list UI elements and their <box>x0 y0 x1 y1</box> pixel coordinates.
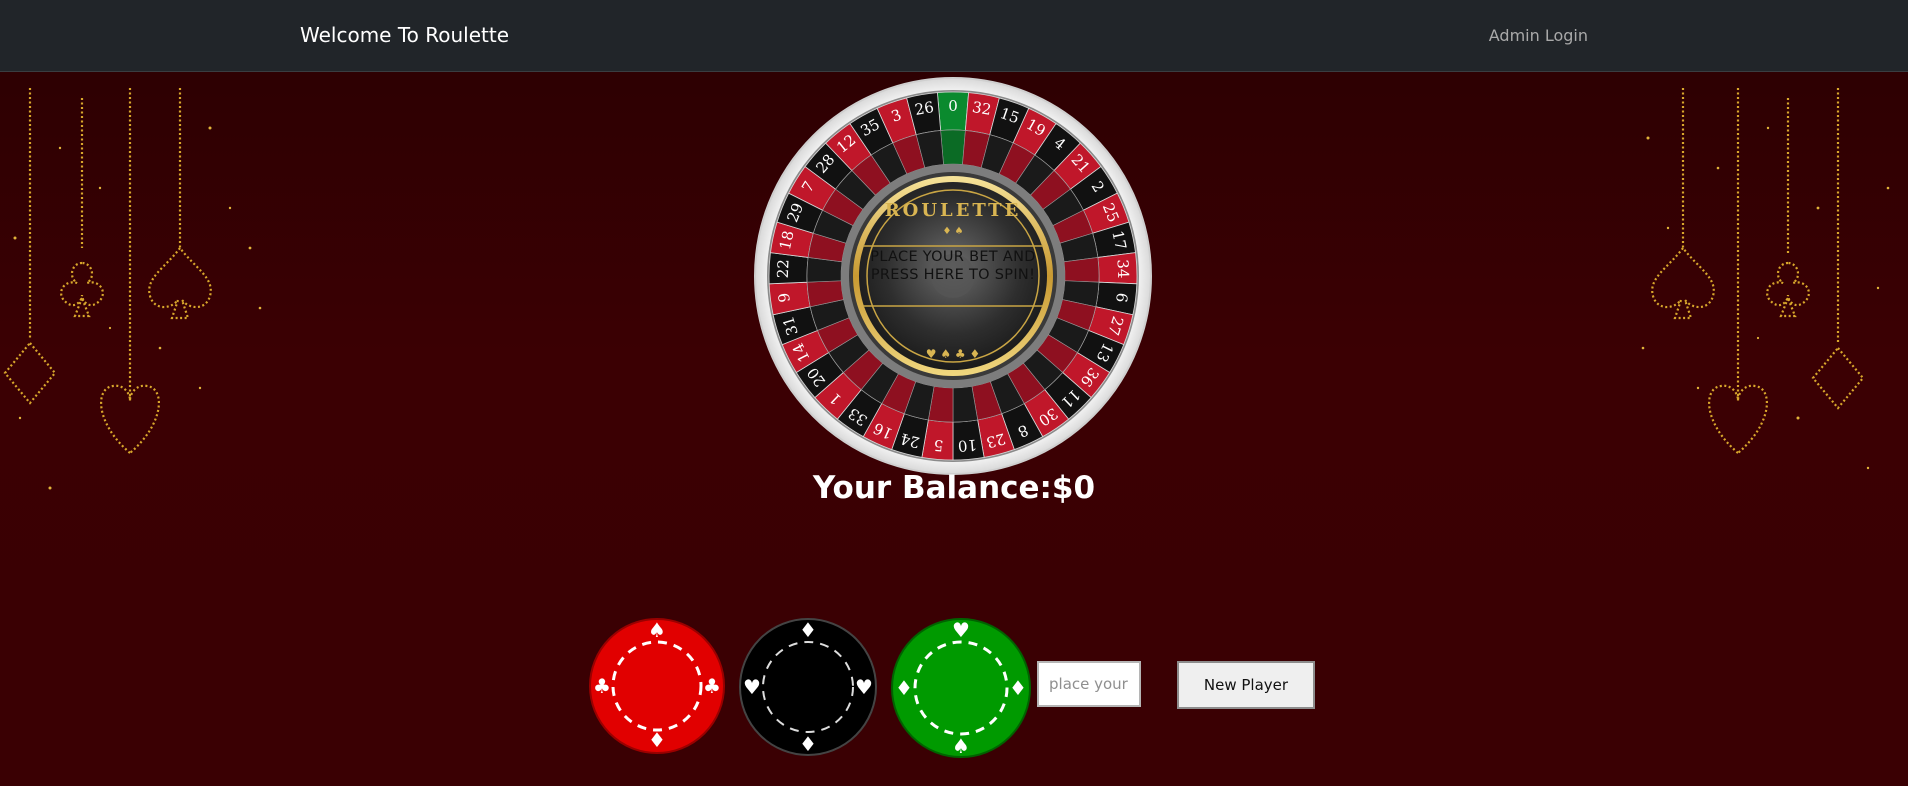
balance-display: Your Balance:$0 <box>812 470 1096 506</box>
wheel-pocket-number: 10 <box>957 436 978 456</box>
chip-suit-diamond-icon: ♦ <box>1009 676 1027 700</box>
chip-suit-diamond-icon: ♦ <box>648 728 666 752</box>
new-player-button[interactable]: New Player <box>1177 661 1315 709</box>
chip-suit-spade-icon: ♠ <box>952 734 970 758</box>
chip-suit-diamond-icon: ♦ <box>895 676 913 700</box>
black-chip[interactable]: ♦ ♦ ♥ ♥ <box>738 617 878 757</box>
chip-suit-heart-icon: ♥ <box>952 618 970 642</box>
admin-login-link[interactable]: Admin Login <box>1489 26 1588 45</box>
wheel-pocket-number: 0 <box>948 97 958 115</box>
wheel-title: ROULETTE <box>885 200 1022 221</box>
wheel-suits-top: ♦ ♠ <box>942 226 963 237</box>
wheel-pocket-number: 5 <box>933 436 944 455</box>
wheel-inner-slot <box>1063 257 1100 283</box>
chip-suit-club-icon: ♣ <box>593 674 611 698</box>
wheel-pocket-number: 34 <box>1113 259 1132 279</box>
wheel-pocket-number: 32 <box>971 98 993 119</box>
green-chip[interactable]: ♥ ♠ ♦ ♦ <box>890 617 1032 759</box>
chip-suit-diamond-icon: ♦ <box>799 618 817 642</box>
brand-title[interactable]: Welcome To Roulette <box>300 23 509 47</box>
chip-suit-diamond-icon: ♦ <box>799 732 817 756</box>
spin-instruction[interactable]: PLACE YOUR BET AND PRESS HERE TO SPIN! <box>868 248 1038 284</box>
wheel-pocket-number: 26 <box>913 98 935 119</box>
wheel-suits-bottom: ♥ ♠ ♣ ♦ <box>926 347 980 361</box>
chip-suit-heart-icon: ♥ <box>743 675 761 699</box>
wheel-pocket-number: 22 <box>774 259 793 279</box>
chip-suit-spade-icon: ♠ <box>648 618 666 642</box>
wheel-inner-slot <box>940 129 966 165</box>
top-navbar: Welcome To Roulette Admin Login <box>0 0 1908 72</box>
chip-suit-club-icon: ♣ <box>703 674 721 698</box>
bet-amount-input[interactable] <box>1037 661 1141 707</box>
chip-suit-heart-icon: ♥ <box>855 675 873 699</box>
red-chip[interactable]: ♠ ♦ ♣ ♣ <box>588 617 726 755</box>
roulette-wheel[interactable]: 0 32 15 19 4 21 2 25 17 34 6 27 13 36 11 30 8 23 10 5 24 16 33… <box>753 76 1153 476</box>
